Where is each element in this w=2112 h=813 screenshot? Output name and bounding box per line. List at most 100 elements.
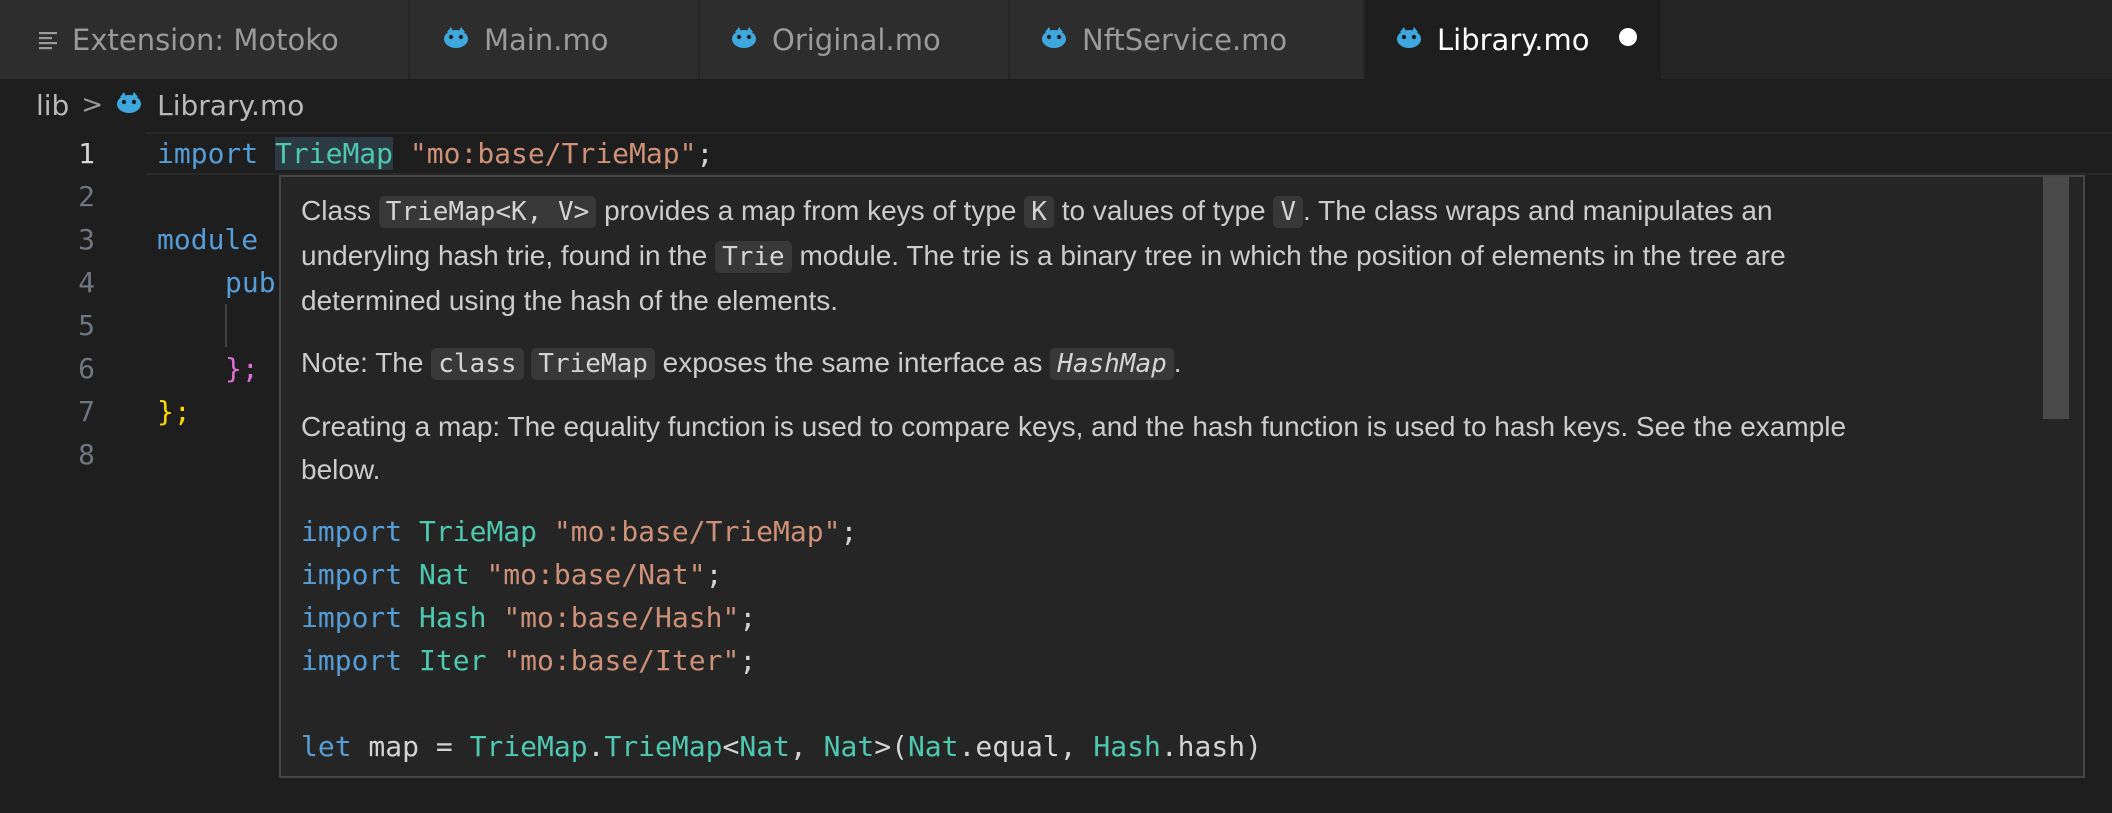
identifier: Nat — [739, 730, 790, 763]
line-number: 8 — [78, 438, 95, 471]
example-code-block: import TrieMap "mo:base/TrieMap"; import… — [301, 510, 2041, 768]
code-line-6: }; — [225, 352, 259, 385]
identifier: Iter — [419, 644, 487, 677]
motoko-icon — [1040, 23, 1068, 57]
text: .equal, — [958, 730, 1094, 763]
example-let-line: let map = TrieMap.TrieMap<Nat, Nat>(Nat.… — [301, 725, 2041, 768]
tab-extension-motoko[interactable]: Extension: Motoko — [0, 0, 410, 79]
semicolon: ; — [705, 558, 723, 591]
text: Class — [301, 195, 379, 226]
keyword: import — [301, 515, 403, 548]
text: determined using the hash of the element… — [301, 285, 839, 316]
example-line: import Iter "mo:base/Iter"; — [301, 639, 2041, 682]
chevron-right-icon: > — [81, 90, 104, 120]
line-number: 6 — [78, 352, 95, 385]
text: provides a map from keys of type — [596, 195, 1025, 226]
code-line-7: }; — [157, 395, 191, 428]
text: below. — [301, 454, 381, 485]
indent-guide — [225, 304, 227, 347]
line-number: 1 — [78, 137, 95, 170]
breadcrumb-folder[interactable]: lib — [36, 89, 69, 122]
code-line-3: module — [157, 223, 259, 256]
keyword: let — [301, 730, 352, 763]
keyword: import — [301, 601, 403, 634]
hover-paragraph-3: Creating a map: The equality function is… — [301, 405, 2041, 491]
preview-icon — [38, 23, 58, 57]
unsaved-dot-icon[interactable] — [1619, 28, 1637, 46]
string-literal: "mo:base/TrieMap" — [409, 137, 697, 170]
keyword: import — [301, 644, 403, 677]
line-number: 4 — [78, 266, 95, 299]
tab-label: Extension: Motoko — [72, 22, 339, 57]
inline-code: HashMap — [1050, 348, 1174, 380]
motoko-icon — [442, 23, 470, 57]
hover-paragraph-2: Note: The class TrieMap exposes the same… — [301, 341, 2041, 386]
text: . — [1173, 347, 1182, 378]
hover-tooltip[interactable]: Class TrieMap<K, V> provides a map from … — [279, 175, 2085, 778]
hover-content: Class TrieMap<K, V> provides a map from … — [301, 189, 2041, 768]
keyword: import — [301, 558, 403, 591]
line-number: 3 — [78, 223, 95, 256]
inline-code: class — [431, 348, 524, 380]
semicolon: ; — [840, 515, 858, 548]
breadcrumb: lib > Library.mo — [36, 86, 304, 124]
text: >( — [874, 730, 908, 763]
code-line-4: pub — [225, 266, 276, 299]
hover-scrollbar[interactable] — [2043, 177, 2069, 419]
tab-nftservice-mo[interactable]: NftService.mo — [1010, 0, 1365, 79]
hover-paragraph-1: Class TrieMap<K, V> provides a map from … — [301, 189, 2041, 322]
tab-library-mo[interactable]: Library.mo — [1365, 0, 1663, 79]
identifier: Hash — [1093, 730, 1161, 763]
line-number: 7 — [78, 395, 95, 428]
inline-code: TrieMap<K, V> — [378, 196, 597, 228]
string-literal: "mo:base/Hash" — [503, 601, 740, 634]
tab-label: NftService.mo — [1082, 22, 1288, 57]
text: Note: The — [301, 347, 432, 378]
inline-code: V — [1273, 196, 1304, 228]
inline-code: Trie — [715, 241, 792, 273]
tab-label: Main.mo — [484, 22, 609, 57]
motoko-icon — [1395, 23, 1423, 57]
tab-main-mo[interactable]: Main.mo — [410, 0, 700, 79]
example-blank-line — [301, 682, 2041, 725]
identifier: TrieMap — [419, 515, 538, 548]
example-line: import TrieMap "mo:base/TrieMap"; — [301, 510, 2041, 553]
identifier: Hash — [419, 601, 487, 634]
breadcrumb-file[interactable]: Library.mo — [157, 89, 304, 122]
identifier: Nat — [907, 730, 959, 763]
identifier: Nat — [823, 730, 875, 763]
text: .hash) — [1160, 730, 1262, 763]
identifier: TrieMap — [604, 730, 723, 763]
line-number: 2 — [78, 180, 95, 213]
text: < — [722, 730, 740, 763]
semicolon: ; — [739, 644, 757, 677]
text: . — [587, 730, 605, 763]
text: underyling hash trie, found in the — [301, 240, 716, 271]
text: module. The trie is a binary tree in whi… — [791, 240, 1786, 271]
code-line-1: import TrieMap "mo:base/TrieMap"; — [157, 132, 713, 175]
semicolon: ; — [739, 601, 757, 634]
example-line: import Nat "mo:base/Nat"; — [301, 553, 2041, 596]
identifier: TrieMap — [469, 730, 588, 763]
text: , — [789, 730, 824, 763]
keyword: import — [157, 137, 259, 170]
tab-label: Library.mo — [1437, 22, 1590, 57]
string-literal: "mo:base/TrieMap" — [553, 515, 841, 548]
motoko-icon — [115, 89, 143, 122]
identifier: Nat — [419, 558, 470, 591]
tab-bar: Extension: Motoko Main.mo Original.mo Nf… — [0, 0, 2112, 79]
text: . The class wraps and manipulates an — [1303, 195, 1773, 226]
tab-original-mo[interactable]: Original.mo — [700, 0, 1010, 79]
inline-code: K — [1024, 196, 1054, 228]
identifier-triemap: TrieMap — [275, 137, 394, 170]
text: map = — [351, 730, 470, 763]
string-literal: "mo:base/Nat" — [486, 558, 706, 591]
tab-label: Original.mo — [772, 22, 941, 57]
text: to values of type — [1053, 195, 1274, 226]
line-number: 5 — [78, 309, 95, 342]
motoko-icon — [730, 23, 758, 57]
example-line: import Hash "mo:base/Hash"; — [301, 596, 2041, 639]
semicolon: ; — [696, 137, 714, 170]
string-literal: "mo:base/Iter" — [503, 644, 740, 677]
text: Creating a map: The equality function is… — [301, 411, 1847, 442]
